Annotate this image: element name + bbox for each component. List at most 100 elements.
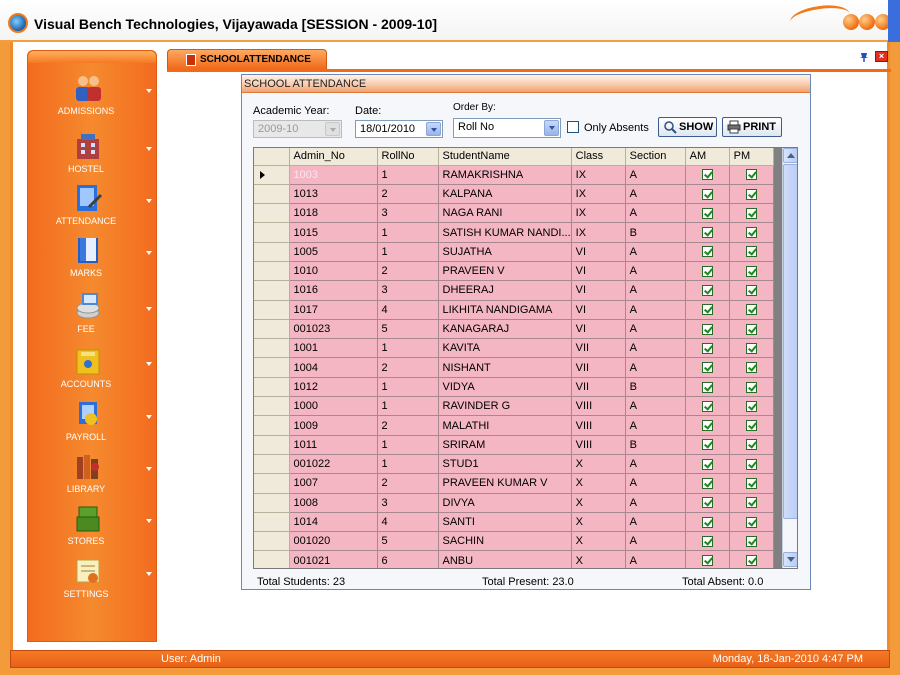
sidebar-item-stores[interactable]: STORES bbox=[28, 501, 156, 551]
table-row[interactable]: 1016 3 DHEERAJ VI A bbox=[254, 280, 774, 301]
am-checkbox[interactable] bbox=[701, 246, 713, 258]
sidebar-item-attendance[interactable]: ATTENDANCE bbox=[28, 181, 156, 231]
pm-checkbox[interactable] bbox=[745, 207, 757, 219]
cell-class[interactable]: VII bbox=[571, 377, 626, 398]
am-checkbox[interactable] bbox=[701, 497, 713, 509]
cell-admin-no[interactable]: 1016 bbox=[289, 280, 378, 301]
cell-class[interactable]: VIII bbox=[571, 415, 626, 436]
cell-student-name[interactable]: RAVINDER G bbox=[438, 396, 572, 417]
cell-roll-no[interactable]: 1 bbox=[377, 222, 439, 243]
am-checkbox[interactable] bbox=[701, 439, 713, 451]
cell-student-name[interactable]: PRAVEEN KUMAR V bbox=[438, 473, 572, 494]
cell-pm[interactable] bbox=[729, 300, 774, 320]
cell-section[interactable]: A bbox=[625, 512, 686, 533]
cell-student-name[interactable]: ANBU bbox=[438, 550, 572, 568]
am-checkbox[interactable] bbox=[701, 362, 713, 374]
order-by-select[interactable]: Roll No bbox=[453, 118, 561, 138]
table-row[interactable]: 1018 3 NAGA RANI IX A bbox=[254, 203, 774, 224]
row-header[interactable] bbox=[254, 550, 290, 568]
sidebar-item-marks[interactable]: MARKS bbox=[28, 233, 156, 283]
cell-student-name[interactable]: NISHANT bbox=[438, 357, 572, 378]
pm-checkbox[interactable] bbox=[745, 420, 757, 432]
cell-class[interactable]: VIII bbox=[571, 435, 626, 455]
sidebar-item-hostel[interactable]: HOSTEL bbox=[28, 129, 156, 179]
cell-class[interactable]: X bbox=[571, 550, 626, 568]
chevron-down-icon[interactable] bbox=[146, 89, 152, 93]
pm-checkbox[interactable] bbox=[745, 285, 757, 297]
cell-student-name[interactable]: STUD1 bbox=[438, 454, 572, 475]
cell-admin-no[interactable]: 1001 bbox=[289, 338, 378, 359]
cell-student-name[interactable]: LIKHITA NANDIGAMA bbox=[438, 300, 572, 320]
cell-pm[interactable] bbox=[729, 242, 774, 262]
cell-am[interactable] bbox=[685, 493, 730, 513]
cell-student-name[interactable]: SACHIN bbox=[438, 531, 572, 552]
pm-checkbox[interactable] bbox=[745, 265, 757, 277]
table-row[interactable]: 1007 2 PRAVEEN KUMAR VXA bbox=[254, 473, 774, 494]
am-checkbox[interactable] bbox=[701, 535, 713, 547]
cell-admin-no[interactable]: 1004 bbox=[289, 357, 378, 378]
cell-class[interactable]: VII bbox=[571, 338, 626, 359]
cell-am[interactable] bbox=[685, 435, 730, 455]
cell-class[interactable]: VI bbox=[571, 261, 626, 282]
cell-admin-no[interactable]: 1005 bbox=[289, 242, 378, 262]
cell-student-name[interactable]: DHEERAJ bbox=[438, 280, 572, 301]
table-row[interactable]: 1008 3 DIVYA X A bbox=[254, 493, 774, 513]
column-header-section[interactable]: Section bbox=[625, 148, 686, 166]
cell-am[interactable] bbox=[685, 357, 730, 378]
table-row[interactable]: 1017 4 LIKHITA NANDIGAMA VI A bbox=[254, 300, 774, 320]
cell-student-name[interactable]: RAMAKRISHNA bbox=[438, 165, 572, 185]
cell-class[interactable]: IX bbox=[571, 165, 626, 185]
cell-class[interactable]: X bbox=[571, 512, 626, 533]
column-header-pm[interactable]: PM bbox=[729, 148, 774, 166]
cell-pm[interactable] bbox=[729, 396, 774, 417]
cell-am[interactable] bbox=[685, 280, 730, 301]
table-row[interactable]: 001021 6 ANBU X A bbox=[254, 550, 774, 568]
cell-class[interactable]: X bbox=[571, 531, 626, 552]
close-tab-icon[interactable]: × bbox=[875, 51, 888, 62]
cell-section[interactable]: A bbox=[625, 493, 686, 513]
cell-section[interactable]: A bbox=[625, 319, 686, 340]
cell-section[interactable]: A bbox=[625, 454, 686, 475]
cell-am[interactable] bbox=[685, 242, 730, 262]
am-checkbox[interactable] bbox=[701, 555, 713, 567]
cell-student-name[interactable]: NAGA RANI bbox=[438, 203, 572, 224]
table-row[interactable]: 1003 1 RAMAKRISHNA IX A bbox=[254, 165, 774, 185]
cell-pm[interactable] bbox=[729, 435, 774, 455]
cell-class[interactable]: VI bbox=[571, 319, 626, 340]
cell-admin-no[interactable]: 1015 bbox=[289, 222, 378, 243]
chevron-down-icon[interactable] bbox=[146, 147, 152, 151]
pm-checkbox[interactable] bbox=[745, 516, 757, 528]
cell-student-name[interactable]: KANAGARAJ bbox=[438, 319, 572, 340]
row-header[interactable] bbox=[254, 319, 290, 340]
cell-admin-no[interactable]: 001021 bbox=[289, 550, 378, 568]
attendance-grid[interactable]: Admin_No RollNo StudentName Class Section AM P… bbox=[253, 147, 798, 569]
cell-class[interactable]: IX bbox=[571, 222, 626, 243]
row-header[interactable] bbox=[254, 261, 290, 282]
cell-class[interactable]: VIII bbox=[571, 396, 626, 417]
cell-roll-no[interactable]: 1 bbox=[377, 377, 439, 398]
cell-admin-no[interactable]: 001022 bbox=[289, 454, 378, 475]
am-checkbox[interactable] bbox=[701, 516, 713, 528]
table-row[interactable]: 001022 1 STUD1 X A bbox=[254, 454, 774, 475]
table-row[interactable]: 1009 2 MALATHI VIII A bbox=[254, 415, 774, 436]
cell-am[interactable] bbox=[685, 531, 730, 552]
sidebar-item-accounts[interactable]: ACCOUNTS bbox=[28, 344, 156, 394]
cell-admin-no[interactable]: 1012 bbox=[289, 377, 378, 398]
chevron-down-icon[interactable] bbox=[146, 362, 152, 366]
maximize-button[interactable] bbox=[859, 14, 875, 30]
cell-am[interactable] bbox=[685, 454, 730, 475]
row-header[interactable] bbox=[254, 473, 290, 494]
cell-student-name[interactable]: SATISH KUMAR NANDI... bbox=[438, 222, 572, 243]
cell-roll-no[interactable]: 1 bbox=[377, 396, 439, 417]
cell-roll-no[interactable]: 2 bbox=[377, 415, 439, 436]
column-header-class[interactable]: Class bbox=[571, 148, 626, 166]
pin-icon[interactable] bbox=[859, 52, 869, 62]
am-checkbox[interactable] bbox=[701, 285, 713, 297]
cell-admin-no[interactable]: 1003 bbox=[289, 165, 378, 185]
table-row[interactable]: 001023 5 KANAGARAJ VI A bbox=[254, 319, 774, 340]
am-checkbox[interactable] bbox=[701, 381, 713, 393]
pm-checkbox[interactable] bbox=[745, 304, 757, 316]
row-header[interactable] bbox=[254, 242, 290, 262]
am-checkbox[interactable] bbox=[701, 188, 713, 200]
pm-checkbox[interactable] bbox=[745, 323, 757, 335]
